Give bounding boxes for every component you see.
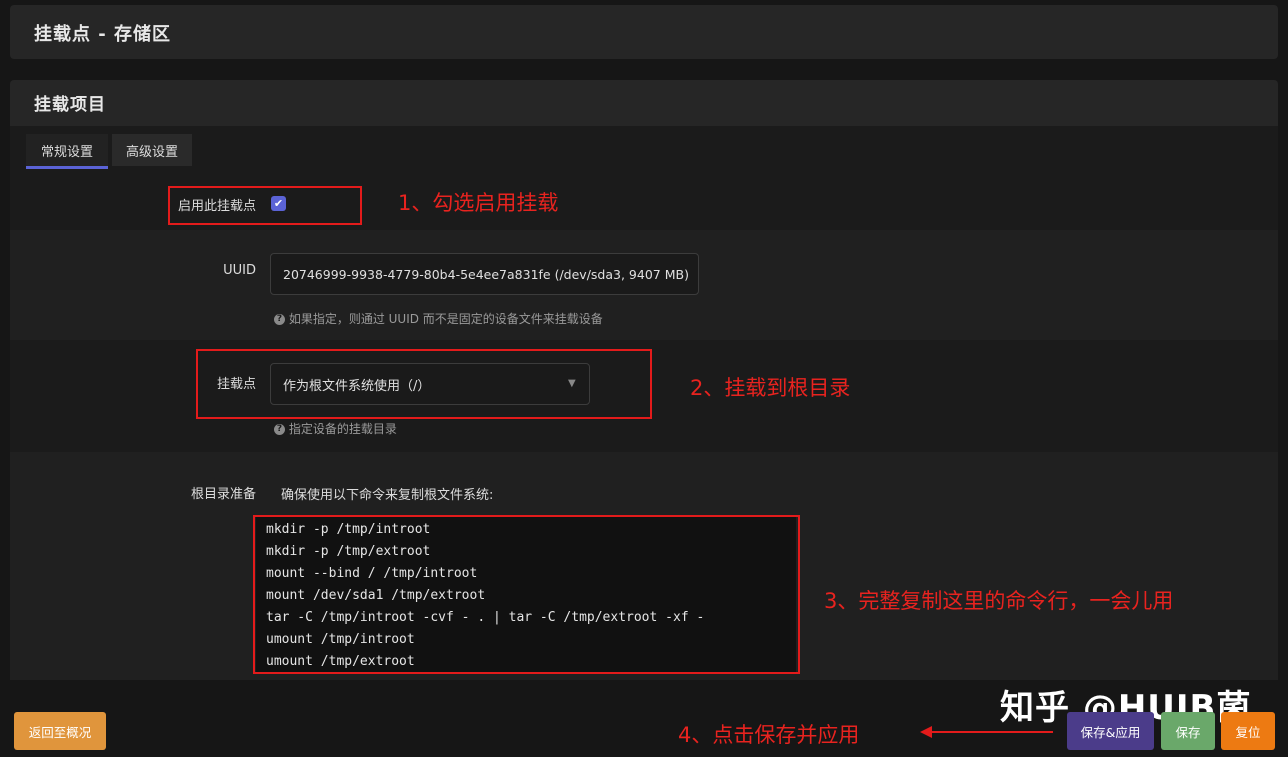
rootprep-label: 根目录准备 xyxy=(190,487,256,502)
mountpoint-hint: ? 指定设备的挂载目录 xyxy=(274,420,397,437)
help-icon: ? xyxy=(274,314,285,325)
annotation-arrow xyxy=(928,731,1053,733)
page-title: 挂载点 - 存储区 xyxy=(34,24,172,45)
section-title: 挂载项目 xyxy=(34,95,106,115)
mountpoint-hint-text: 指定设备的挂载目录 xyxy=(288,422,397,436)
annotation-step4: 4、点击保存并应用 xyxy=(678,723,860,747)
tab-advanced-settings[interactable]: 高级设置 xyxy=(112,134,192,166)
page-header xyxy=(10,5,1278,59)
uuid-label: UUID xyxy=(223,263,256,278)
annotation-box-3 xyxy=(253,515,800,674)
uuid-value: 20746999-9938-4779-80b4-5e4ee7a831fe (/d… xyxy=(283,266,689,282)
annotation-step1: 1、勾选启用挂载 xyxy=(398,191,559,215)
tab-general-settings[interactable]: 常规设置 xyxy=(26,134,108,169)
help-icon: ? xyxy=(274,424,285,435)
annotation-box-2 xyxy=(196,349,652,419)
section-header xyxy=(10,80,1278,126)
save-button[interactable]: 保存 xyxy=(1161,712,1215,750)
annotation-step2: 2、挂载到根目录 xyxy=(690,376,851,400)
rootprep-intro: 确保使用以下命令来复制根文件系统: xyxy=(281,488,494,503)
save-apply-button[interactable]: 保存&应用 xyxy=(1067,712,1154,750)
annotation-step3: 3、完整复制这里的命令行，一会儿用 xyxy=(824,589,1174,613)
uuid-select[interactable]: 20746999-9938-4779-80b4-5e4ee7a831fe (/d… xyxy=(270,253,699,295)
uuid-hint-text: 如果指定，则通过 UUID 而不是固定的设备文件来挂载设备 xyxy=(288,312,603,326)
uuid-hint: ? 如果指定，则通过 UUID 而不是固定的设备文件来挂载设备 xyxy=(274,310,603,327)
back-to-overview-button[interactable]: 返回至概况 xyxy=(14,712,106,750)
reset-button[interactable]: 复位 xyxy=(1221,712,1275,750)
arrow-left-icon xyxy=(920,726,932,738)
annotation-box-1 xyxy=(168,186,362,225)
